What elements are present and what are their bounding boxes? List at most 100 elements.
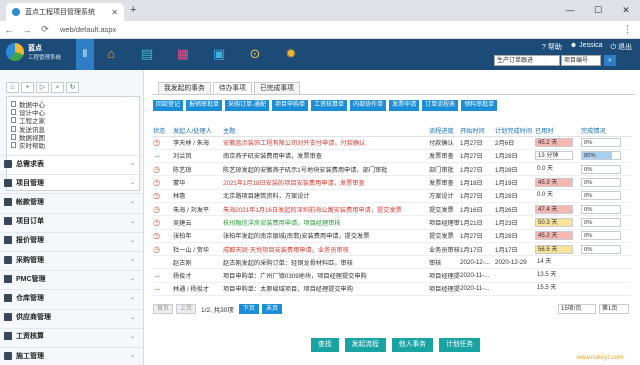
- gear-icon[interactable]: ✹: [280, 43, 302, 65]
- table-row[interactable]: ◷ 杜一山 / 贺华 成都天颂·天悦项目安装费用申请，业务员审核 业务员审核 1月17日…: [153, 242, 631, 257]
- exit-link[interactable]: ⏻ 退出: [611, 42, 632, 52]
- sidebar-group[interactable]: 供应商管理 ⌄: [0, 308, 143, 325]
- subject-link[interactable]: 朱海2021年1月16日发起的深圳前海公寓安装费用申请，提交发票: [223, 202, 429, 217]
- subject-link[interactable]: 项目申购单：广州厂镇0309地块，项目经理提交申购: [223, 268, 429, 283]
- quick-action-button[interactable]: 发票申请: [389, 100, 420, 111]
- menu-toggle-icon[interactable]: ⦀: [76, 39, 94, 70]
- quick-action-button[interactable]: 报销审批单: [186, 100, 223, 111]
- table-row[interactable]: ◷ 张柏年 张柏年发起的南京银城(南翡)安装费用申请，提交发票 提交发票 1月27日 1月…: [153, 229, 631, 243]
- filter-value-select[interactable]: 项目编号: [561, 55, 601, 66]
- sidebar-group[interactable]: 项目管理 ⌄: [0, 174, 143, 190]
- sidebar-group[interactable]: 施工管理 ⌄: [0, 347, 143, 363]
- table-row[interactable]: ◷ 朱海 / 刘发平 朱海2021年1月16日发起的深圳前海公寓安装费用申请，提交发…: [153, 202, 631, 217]
- sidebar-group[interactable]: 采购管理 ⌄: [0, 251, 143, 267]
- subject-link[interactable]: 赵古刚发起的采购订单：轻钢龙骨材料匹，审核: [223, 255, 429, 270]
- tab-completed[interactable]: 已完成事项: [253, 82, 300, 94]
- search-icon[interactable]: ⊙: [244, 43, 266, 65]
- sidebar-group[interactable]: 项目订单 ⌄: [0, 212, 143, 229]
- table-row[interactable]: → 杨俊才项目申购单：广州厂镇0309地块，项目经理提交申购项目经理提交申购202…: [153, 268, 631, 283]
- tree-add-icon[interactable]: +: [21, 82, 34, 93]
- filter-select[interactable]: 生产订单跟进: [494, 55, 560, 66]
- column-header[interactable]: 开始时间: [460, 125, 495, 137]
- table-row[interactable]: ◷ 陈艺琼 陈艺琼发起的安徽燕子矶示1号地块安装费用申请，部门审批 部门审批 1月27日…: [153, 162, 631, 177]
- minimize-button[interactable]: —: [556, 0, 584, 21]
- column-header[interactable]: 流程进度: [429, 125, 460, 137]
- id-card-icon[interactable]: ▤: [136, 43, 158, 65]
- others-tasks-button[interactable]: 他人事务: [391, 338, 433, 352]
- table-row[interactable]: ◷ 蒙华 2021年1月18日安装的项目安装费用申请，发票审查 发票审查 1月18日 1月…: [153, 175, 631, 190]
- last-page-button[interactable]: 末页: [261, 304, 282, 314]
- quick-action-button[interactable]: 领料审批单: [461, 100, 498, 111]
- reload-icon[interactable]: ⟳: [36, 24, 54, 35]
- clock-icon: ◷: [153, 178, 160, 188]
- column-header[interactable]: 已用时: [535, 125, 581, 137]
- url-field[interactable]: web/default.aspx: [60, 25, 116, 34]
- subject-link[interactable]: 项目申购单：太原峻域项目，项目经理提交申购: [223, 282, 429, 297]
- first-page-button[interactable]: 首页: [153, 304, 174, 314]
- table-row[interactable]: ◷ 林惠 北京路项目建筑资料，方案设计 方案设计 1月27日 1月28日 0.0 天 0%: [153, 189, 631, 203]
- table-row[interactable]: 赵古刚 赵古刚发起的采购订单：轻钢龙骨材料匹，审核 审核 2020-12-... 202…: [153, 255, 631, 270]
- column-header[interactable]: 完成情况: [581, 125, 631, 137]
- table-row[interactable]: ◷ 吴建云杭州融信洋房安装费用申请，项目经理审核项目经理审核1月21日1月23日5…: [153, 215, 631, 230]
- next-page-button[interactable]: 下页: [238, 304, 259, 314]
- sidebar-group-label: 总需求表: [16, 160, 44, 168]
- browser-tab[interactable]: 蓝点工程项目管理系统 ✕: [6, 3, 124, 21]
- subject-link[interactable]: 杭州融信洋房安装费用申请，项目经理审核: [223, 215, 429, 230]
- column-header[interactable]: 发起人/处理人: [173, 125, 223, 137]
- subject-link[interactable]: 陈艺琼发起的安徽燕子矶示1号地块安装费用申请，部门审批: [223, 162, 429, 177]
- subject-link[interactable]: 2021年1月18日安装的项目安装费用申请，发票审查: [223, 175, 429, 190]
- table-row[interactable]: → 林通 / 杨俊才项目申购单：太原峻域项目，项目经理提交申购项目经理提交申购20…: [153, 282, 631, 297]
- home-icon[interactable]: ⌂: [100, 43, 122, 65]
- user-link[interactable]: ☻ Jessica: [570, 42, 603, 52]
- prev-page-button[interactable]: 上页: [176, 304, 197, 314]
- completion-progress-bar: 0%: [581, 164, 621, 174]
- back-icon[interactable]: ←: [0, 25, 18, 35]
- tree-refresh-icon[interactable]: ↻: [66, 82, 79, 93]
- tree-search-icon[interactable]: ⌕: [51, 82, 64, 93]
- sidebar-group[interactable]: 工资核算 ⌄: [0, 327, 143, 344]
- subject-link[interactable]: 南京燕子矶安装费用申请，发票审查: [223, 149, 429, 164]
- maximize-button[interactable]: ☐: [584, 0, 612, 21]
- column-header[interactable]: 状态: [153, 125, 173, 137]
- filter-search-icon[interactable]: ⌕: [604, 55, 616, 66]
- quick-action-button[interactable]: 采购订单-通配: [225, 100, 270, 111]
- per-page-select[interactable]: 15项/页: [558, 304, 596, 314]
- find-button[interactable]: 查找: [311, 338, 339, 352]
- table-row[interactable]: → 刘兰凤 南京燕子矶安装费用申请，发票审查 发票审查 1月27日 1月28日 13 分钟 8…: [153, 149, 631, 164]
- tree-item[interactable]: 实时帮助: [11, 141, 135, 150]
- tree-play-icon[interactable]: ▷: [36, 82, 49, 93]
- browser-menu-icon[interactable]: ⋮: [623, 24, 632, 35]
- progress-text: 0%: [584, 166, 593, 173]
- quick-action-button[interactable]: 订单流程表: [422, 100, 459, 111]
- sidebar-group[interactable]: 总需求表 ⌄: [0, 155, 143, 171]
- forward-icon[interactable]: →: [18, 25, 36, 35]
- page-select[interactable]: 第1页: [599, 304, 629, 314]
- tab-close-icon[interactable]: ✕: [111, 8, 118, 17]
- window-icon[interactable]: ▣: [208, 43, 230, 65]
- quick-action-button[interactable]: 项目申购单: [272, 100, 309, 111]
- subject-link[interactable]: 成都天颂·天悦项目安装费用申请，业务员审核: [223, 242, 429, 257]
- table-row[interactable]: ◷ 李天林 / 朱海 安徽蓝点装饰工程有限公司对外支付申请，付款确认 付款确认 1月27…: [153, 136, 631, 150]
- help-link[interactable]: ? 帮助: [542, 42, 562, 52]
- sidebar-group[interactable]: 仓库管理 ⌄: [0, 289, 143, 305]
- subject-link[interactable]: 安徽蓝点装饰工程有限公司对外支付申请，付款确认: [223, 136, 429, 150]
- tab-initiated[interactable]: 我发起的事务: [158, 82, 211, 94]
- sidebar-group[interactable]: 报价管理 ⌄: [0, 231, 143, 248]
- column-header[interactable]: 主题: [223, 125, 429, 137]
- grid-icon[interactable]: ▦: [172, 43, 194, 65]
- quick-action-button[interactable]: 回款登记: [153, 100, 184, 111]
- sidebar-group[interactable]: 帐款管理 ⌄: [0, 193, 143, 209]
- quick-action-button[interactable]: 工资核算单: [311, 100, 348, 111]
- subject-link[interactable]: 北京路项目建筑资料，方案设计: [223, 189, 429, 203]
- quick-action-button[interactable]: 内部协作单: [350, 100, 387, 111]
- tab-todo[interactable]: 待办事项: [212, 82, 252, 94]
- column-header[interactable]: 计划完成时间: [495, 125, 535, 137]
- new-tab-button[interactable]: +: [130, 4, 136, 16]
- tree-home-icon[interactable]: ⌂: [6, 82, 19, 93]
- scheduled-tasks-button[interactable]: 计划任务: [438, 338, 481, 352]
- window-close-button[interactable]: ✕: [612, 0, 640, 21]
- subject-link[interactable]: 张柏年发起的南京银城(南翡)安装费用申请，提交发票: [223, 229, 429, 243]
- person-cell: 陈艺琼: [173, 162, 223, 177]
- start-process-button[interactable]: 发起流程: [344, 338, 386, 352]
- sidebar-group[interactable]: PMC管理 ⌄: [0, 270, 143, 286]
